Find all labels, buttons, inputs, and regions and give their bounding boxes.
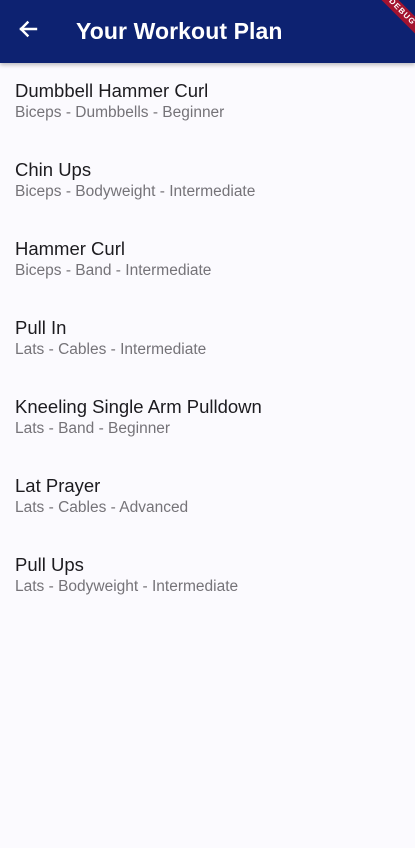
- exercise-name: Chin Ups: [15, 159, 92, 180]
- exercise-name: Hammer Curl: [15, 238, 125, 259]
- exercise-list: Dumbbell Hammer Curl Biceps - Dumbbells …: [0, 63, 415, 616]
- exercise-name: Dumbbell Hammer Curl: [15, 80, 209, 101]
- debug-banner: DEBUG: [373, 0, 415, 41]
- exercise-item[interactable]: Hammer Curl Biceps - Band - Intermediate: [0, 221, 415, 300]
- app-bar: Your Workout Plan DEBUG: [0, 0, 415, 63]
- exercise-item[interactable]: Pull In Lats - Cables - Intermediate: [0, 300, 415, 379]
- exercise-item[interactable]: Kneeling Single Arm Pulldown Lats - Band…: [0, 379, 415, 458]
- back-button[interactable]: [0, 0, 56, 63]
- page-title: Your Workout Plan: [76, 18, 283, 44]
- exercise-details: Lats - Band - Beginner: [15, 420, 171, 437]
- exercise-details: Biceps - Dumbbells - Beginner: [15, 104, 225, 121]
- exercise-item[interactable]: Pull Ups Lats - Bodyweight - Intermediat…: [0, 537, 415, 616]
- exercise-details: Biceps - Band - Intermediate: [15, 262, 212, 279]
- exercise-details: Biceps - Bodyweight - Intermediate: [15, 183, 256, 200]
- exercise-name: Lat Prayer: [15, 475, 101, 496]
- exercise-name: Pull Ups: [15, 554, 84, 575]
- exercise-details: Lats - Cables - Advanced: [15, 499, 189, 516]
- exercise-details: Lats - Cables - Intermediate: [15, 341, 207, 358]
- exercise-name: Pull In: [15, 317, 67, 338]
- exercise-name: Kneeling Single Arm Pulldown: [15, 396, 262, 417]
- exercise-details: Lats - Bodyweight - Intermediate: [15, 578, 239, 595]
- exercise-item[interactable]: Chin Ups Biceps - Bodyweight - Intermedi…: [0, 142, 415, 221]
- exercise-item[interactable]: Dumbbell Hammer Curl Biceps - Dumbbells …: [0, 63, 415, 142]
- exercise-item[interactable]: Lat Prayer Lats - Cables - Advanced: [0, 458, 415, 537]
- arrow-back-icon: [16, 17, 40, 46]
